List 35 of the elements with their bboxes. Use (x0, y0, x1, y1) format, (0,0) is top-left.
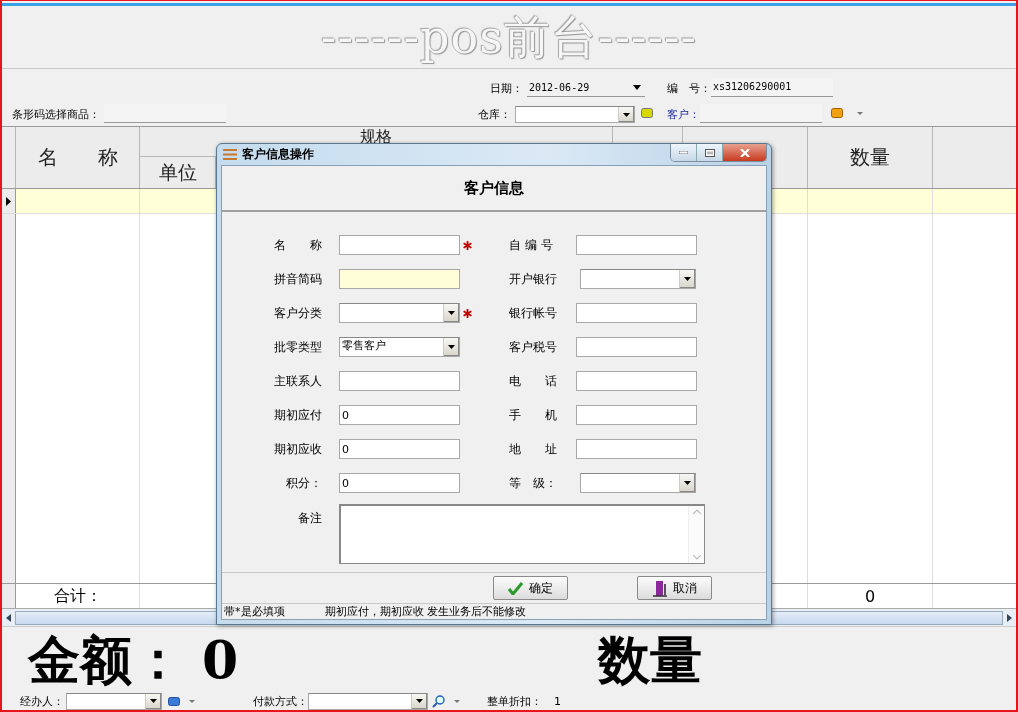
field-label: 整单折扣： (487, 693, 542, 709)
field-label: 电 话 (509, 372, 558, 390)
field-label: 仓库： (478, 107, 511, 123)
column-header: 名 称 (16, 127, 140, 188)
field-label: 拼音简码 (273, 270, 322, 288)
field-label: 付款方式： (253, 693, 308, 709)
field-label: 客户分类 (273, 304, 322, 322)
field-label: 银行帐号 (509, 304, 558, 322)
field-label: 批零类型 (273, 338, 322, 356)
field-label: 手 机 (509, 406, 558, 424)
field-label: 地 址 (509, 440, 558, 458)
status-text: 带*是必填项 (224, 604, 285, 619)
dialog-heading: 客户信息 (464, 178, 524, 198)
status-text: 期初应付，期初应收 发生业务后不能修改 (324, 604, 526, 619)
discount-value: 1 (554, 694, 561, 708)
field-label: 期初应付 (273, 406, 322, 424)
quantity-label: 数量 (598, 629, 703, 690)
field-label: 期初应收 (273, 440, 322, 458)
column-header: 数量 (808, 127, 933, 188)
field-label: 积分： (285, 474, 322, 492)
field-label: 客户： (667, 107, 700, 123)
field-label: 自 编 号 (509, 236, 554, 254)
amount-value: 0 (202, 629, 239, 690)
field-label: 客户税号 (509, 338, 558, 356)
amount-label: 金额： (28, 629, 184, 690)
app-title: ------pos前台------ (320, 9, 698, 65)
field-label: 名 称 (273, 236, 322, 254)
field-label: 条形码选择商品： (12, 107, 100, 123)
field-label: 主联系人 (273, 372, 322, 390)
field-label: 编 号： (667, 81, 711, 97)
field-label: 备注 (297, 510, 322, 527)
field-label: 开户银行 (509, 270, 558, 288)
field-label: 经办人： (20, 693, 64, 709)
field-label: 等 级： (509, 474, 558, 492)
field-label: 日期： (490, 81, 523, 97)
